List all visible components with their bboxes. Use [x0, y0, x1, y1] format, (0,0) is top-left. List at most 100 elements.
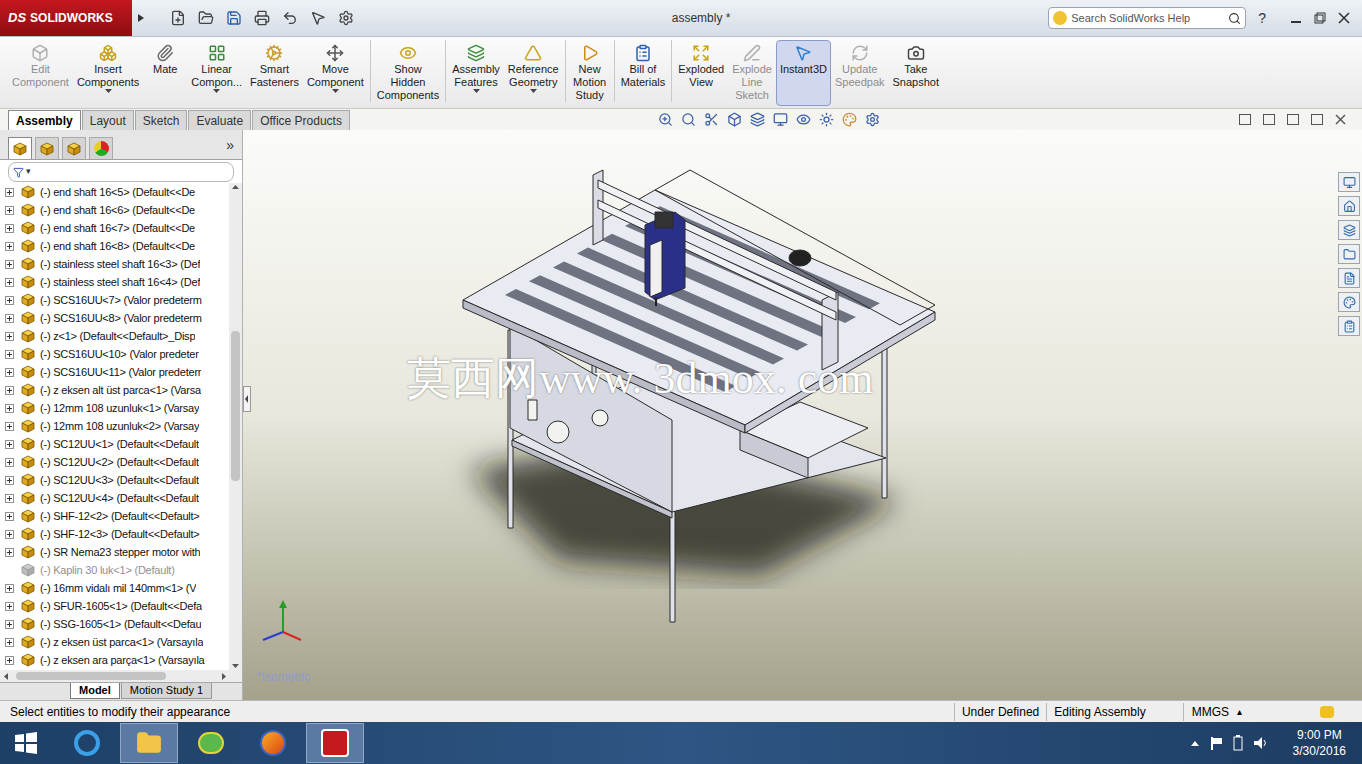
expand-icon[interactable]	[5, 224, 14, 233]
tree-item[interactable]: (-) SC12UU<3> (Default<<Default	[0, 471, 229, 489]
view-tool-icon[interactable]	[819, 112, 834, 127]
expand-icon[interactable]	[5, 242, 14, 251]
scroll-left-icon[interactable]	[2, 672, 10, 681]
scroll-thumb[interactable]	[231, 331, 240, 481]
tree-item[interactable]: (-) 12mm 108 uzunluk<2> (Varsay	[0, 417, 229, 435]
viewport-control-icon[interactable]	[1239, 114, 1251, 125]
ribbon-button[interactable]: ExplodedView	[674, 40, 728, 106]
view-tool-icon[interactable]	[773, 112, 788, 127]
bottom-tab[interactable]: Motion Study 1	[121, 683, 212, 699]
task-pane-tab[interactable]	[1338, 220, 1360, 240]
rebuild-icon[interactable]	[1320, 706, 1334, 718]
expand-icon[interactable]	[5, 368, 14, 377]
ribbon-button[interactable]: MoveComponent	[303, 40, 368, 106]
tree-item[interactable]: (-) end shaft 16<6> (Default<<De	[0, 201, 229, 219]
tree-item[interactable]: (-) SCS16UU<7> (Valor predeterm	[0, 291, 229, 309]
restore-icon[interactable]	[1314, 12, 1326, 24]
flag-icon[interactable]	[1209, 736, 1223, 750]
quick-access-icon[interactable]	[254, 10, 270, 26]
ribbon-button[interactable]: SmartFasteners	[246, 40, 303, 106]
tree-scrollbar[interactable]	[229, 183, 242, 670]
expand-icon[interactable]	[5, 206, 14, 215]
tree-item[interactable]: (-) end shaft 16<5> (Default<<De	[0, 183, 229, 201]
tree-item[interactable]: (-) z eksen üst parca<1> (Varsayıla	[0, 633, 229, 651]
tree-item[interactable]: (-) SHF-12<3> (Default<<Default>	[0, 525, 229, 543]
task-pane-tab[interactable]	[1338, 244, 1360, 264]
minimize-icon[interactable]	[1290, 12, 1302, 24]
ribbon-button[interactable]: ReferenceGeometry	[504, 40, 563, 106]
tree-item[interactable]: (-) stainless steel shaft 16<3> (Def	[0, 255, 229, 273]
tree-item[interactable]: (-) 16mm vidalı mil 140mm<1> (V	[0, 579, 229, 597]
expand-icon[interactable]	[5, 602, 14, 611]
panel-more-button[interactable]: »	[226, 135, 234, 156]
expand-icon[interactable]	[5, 656, 14, 665]
expand-icon[interactable]	[5, 188, 14, 197]
tree-item[interactable]: (-) stainless steel shaft 16<4> (Def	[0, 273, 229, 291]
taskbar-app[interactable]	[58, 723, 116, 763]
tree-hscrollbar[interactable]	[0, 670, 242, 682]
dropdown-icon[interactable]	[332, 89, 339, 94]
tray-expand-icon[interactable]	[1191, 740, 1199, 746]
volume-icon[interactable]	[1253, 736, 1269, 750]
viewport-control-icon[interactable]	[1287, 114, 1299, 125]
expand-icon[interactable]	[5, 296, 14, 305]
clock[interactable]: 9:00 PM3/30/2016	[1293, 727, 1346, 759]
bottom-tab[interactable]: Model	[70, 683, 120, 699]
tree-item[interactable]: (-) SC12UU<1> (Default<<Default	[0, 435, 229, 453]
expand-icon[interactable]	[5, 548, 14, 557]
expand-icon[interactable]	[5, 638, 14, 647]
taskbar-app[interactable]	[182, 723, 240, 763]
taskbar-app[interactable]	[244, 723, 302, 763]
quick-access-icon[interactable]	[170, 10, 186, 26]
taskbar-app[interactable]	[306, 723, 364, 763]
ribbon-button[interactable]: NewMotionStudy	[568, 40, 612, 106]
command-tab[interactable]: Sketch	[135, 110, 188, 130]
expand-icon[interactable]	[5, 260, 14, 269]
dropdown-icon[interactable]	[530, 89, 537, 94]
panel-tab[interactable]	[62, 137, 86, 159]
quick-access-icon[interactable]	[282, 10, 298, 26]
command-tab[interactable]: Office Products	[252, 110, 350, 130]
expand-icon[interactable]	[5, 404, 14, 413]
panel-tab[interactable]	[89, 137, 113, 159]
tree-item[interactable]: (-) Kaplin 30 luk<1> (Default)	[0, 561, 229, 579]
tree-item[interactable]: (-) end shaft 16<7> (Default<<De	[0, 219, 229, 237]
tree-item[interactable]: (-) end shaft 16<8> (Default<<De	[0, 237, 229, 255]
scroll-right-icon[interactable]	[220, 672, 228, 681]
expand-icon[interactable]	[5, 458, 14, 467]
ribbon-button[interactable]: InsertComponents	[73, 40, 143, 106]
search-icon[interactable]	[1228, 12, 1241, 25]
expand-icon[interactable]	[5, 278, 14, 287]
ribbon-button[interactable]: UpdateSpeedpak	[831, 40, 889, 106]
splitter-handle[interactable]	[243, 386, 251, 412]
menu-arrow-icon[interactable]	[136, 11, 146, 25]
tree-item[interactable]: (-) SR Nema23 stepper motor with	[0, 543, 229, 561]
ribbon-button[interactable]: LinearCompon...	[187, 40, 246, 106]
tree-item[interactable]: (-) SHF-12<2> (Default<<Default>	[0, 507, 229, 525]
help-button[interactable]: ?	[1258, 8, 1266, 29]
command-tab[interactable]: Layout	[82, 110, 134, 130]
tree-item[interactable]: (-) z eksen ara parça<1> (Varsayıla	[0, 651, 229, 669]
view-tool-icon[interactable]	[681, 112, 696, 127]
expand-icon[interactable]	[5, 386, 14, 395]
panel-tab[interactable]	[8, 137, 32, 159]
quick-access-icon[interactable]	[226, 10, 242, 26]
view-tool-icon[interactable]	[796, 112, 811, 127]
ribbon-button[interactable]: ShowHiddenComponents	[373, 40, 443, 106]
expand-icon[interactable]	[5, 512, 14, 521]
viewport-control-icon[interactable]	[1263, 114, 1275, 125]
expand-icon[interactable]	[5, 620, 14, 629]
viewport-close-icon[interactable]	[1335, 114, 1346, 125]
expand-icon[interactable]	[5, 584, 14, 593]
view-tool-icon[interactable]	[842, 112, 857, 127]
quick-access-icon[interactable]	[310, 10, 326, 26]
expand-icon[interactable]	[5, 530, 14, 539]
cnc-machine-model[interactable]	[243, 130, 1362, 700]
ribbon-button[interactable]: Bill ofMaterials	[617, 40, 670, 106]
quick-access-icon[interactable]	[338, 10, 354, 26]
tree-item[interactable]: (-) SCS16UU<11> (Valor predeterr	[0, 363, 229, 381]
ribbon-button[interactable]: TakeSnapshot	[889, 40, 943, 106]
panel-tab[interactable]	[35, 137, 59, 159]
taskbar-app[interactable]	[120, 723, 178, 763]
task-pane-tab[interactable]	[1338, 316, 1360, 336]
